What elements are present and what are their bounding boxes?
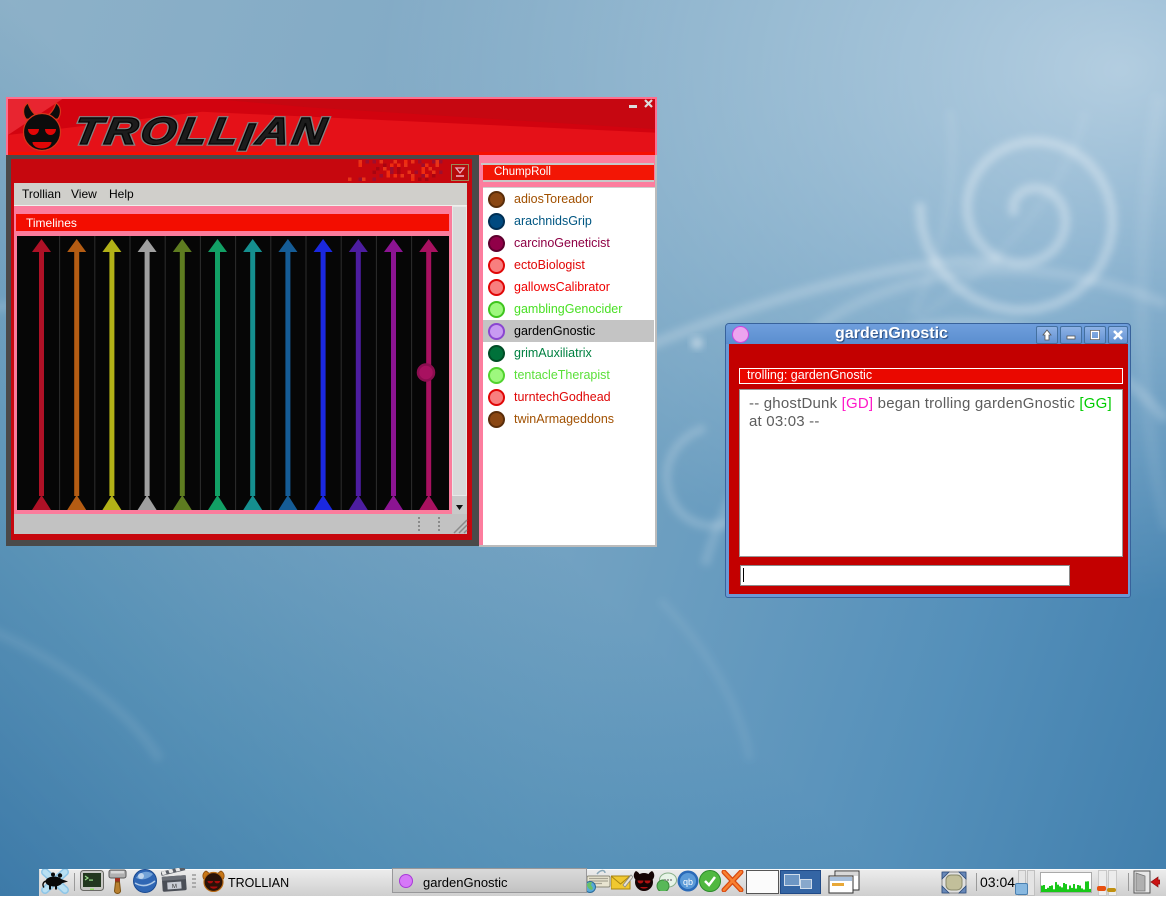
svg-text:M: M — [172, 884, 177, 890]
svg-text:qb: qb — [683, 877, 693, 887]
